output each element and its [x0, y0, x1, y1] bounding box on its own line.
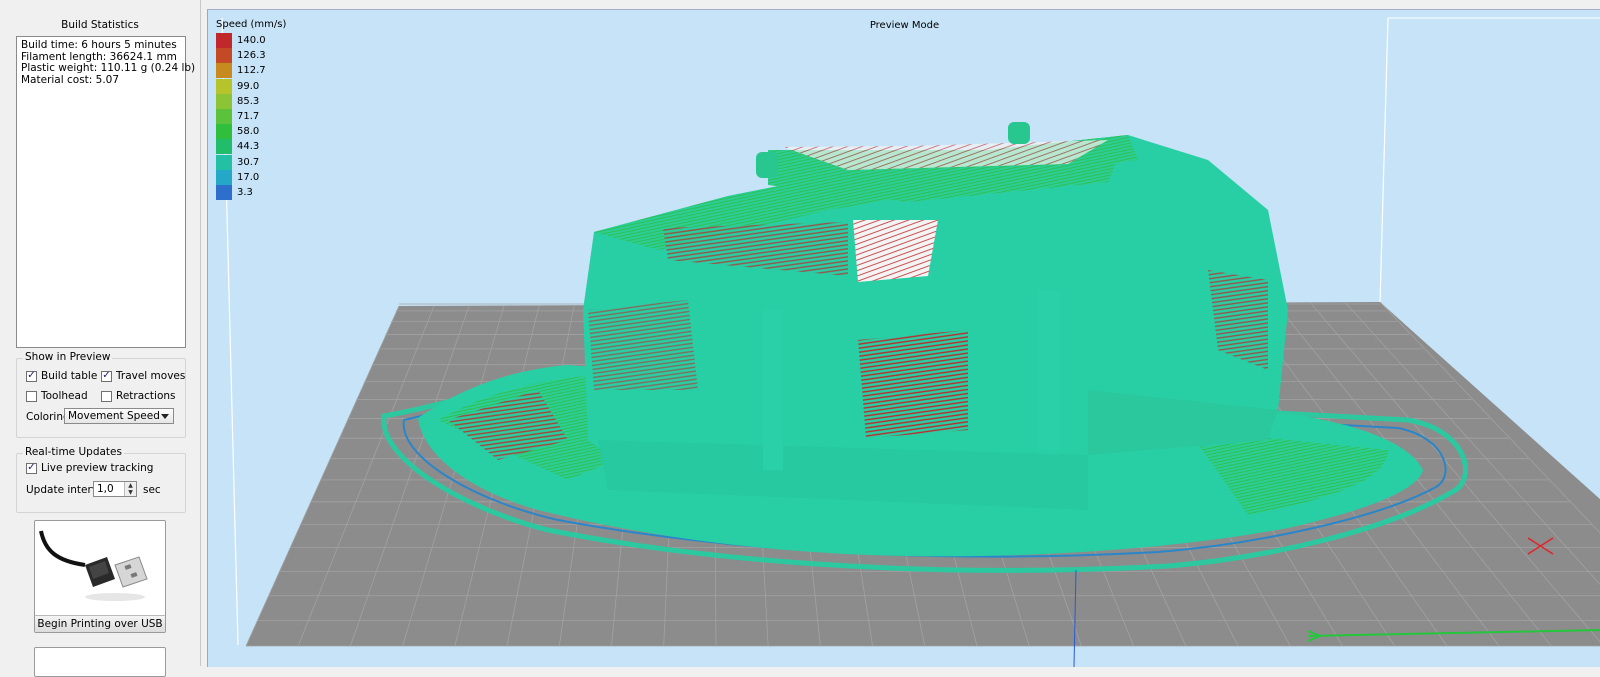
- preview-3d-scene[interactable]: [208, 10, 1600, 667]
- speed-legend-swatch: [216, 184, 232, 200]
- begin-printing-usb-button[interactable]: Begin Printing over USB: [34, 520, 166, 633]
- speed-legend-swatch: [216, 48, 232, 64]
- model-turret-right: [1008, 122, 1030, 144]
- speed-legend-title: Speed (mm/s): [216, 19, 287, 30]
- speed-legend-swatch: [216, 154, 232, 170]
- speed-legend-item: 99.0: [216, 78, 286, 94]
- update-interval-value: 1,0: [97, 483, 114, 495]
- retractions-checkbox[interactable]: Retractions: [101, 390, 176, 402]
- chevron-down-icon: [161, 414, 169, 419]
- speed-legend-item: 112.7: [216, 63, 286, 79]
- retractions-check-box: [101, 390, 112, 402]
- interval-spinner[interactable]: ▲ ▼: [124, 482, 136, 496]
- coloring-value: Movement Speed: [68, 410, 160, 422]
- speed-legend-value: 112.7: [237, 65, 266, 77]
- live-preview-checkbox[interactable]: ✓ Live preview tracking: [26, 462, 153, 474]
- speed-legend-item: 30.7: [216, 154, 286, 170]
- model-pillar-left: [763, 310, 783, 470]
- preview-viewport[interactable]: Preview Mode Speed (mm/s) 140.0 126.3 112.…: [207, 9, 1600, 667]
- travel-moves-check-icon: ✓: [101, 370, 112, 382]
- live-preview-check-icon: ✓: [26, 462, 37, 474]
- speed-legend-item: 3.3: [216, 184, 286, 200]
- build-table-checkbox[interactable]: ✓ Build table: [26, 370, 97, 382]
- model-turret-left: [756, 152, 778, 178]
- speed-legend-value: 85.3: [237, 95, 260, 107]
- realtime-updates-title: Real-time Updates: [23, 446, 124, 458]
- speed-legend-swatch: [216, 169, 232, 185]
- model-window-travel: [853, 220, 938, 282]
- speed-legend-swatch: [216, 63, 232, 79]
- speed-legend-value: 71.7: [237, 111, 260, 123]
- build-statistics-box[interactable]: Build time: 6 hours 5 minutes Filament l…: [16, 36, 196, 348]
- stat-material-cost: Material cost: 5.07: [21, 73, 120, 86]
- speed-legend-rows: 140.0 126.3 112.7 99.0 85.3 71.7 58.0 44.3 30.7 1…: [216, 33, 286, 200]
- speed-legend-value: 58.0: [237, 126, 260, 138]
- begin-printing-usb-label: Begin Printing over USB: [35, 615, 165, 632]
- retractions-label: Retractions: [116, 390, 176, 402]
- speed-legend-swatch: [216, 109, 232, 125]
- speed-legend-value: 44.3: [237, 141, 260, 153]
- speed-legend-swatch: [216, 78, 232, 94]
- speed-legend-value: 140.0: [237, 35, 266, 47]
- update-interval-input[interactable]: 1,0 ▲ ▼: [93, 481, 137, 497]
- spin-down-icon[interactable]: ▼: [125, 489, 136, 496]
- stat-build-time: Build time: 6 hours 5 minutes: [21, 39, 177, 51]
- model-front-door-fast: [858, 330, 968, 438]
- build-table-label: Build table: [41, 370, 98, 382]
- left-panel: Build Statistics Build time: 6 hours 5 m…: [0, 0, 201, 677]
- viewport-title: Preview Mode: [869, 20, 940, 31]
- build-statistics-title: Build Statistics: [61, 19, 139, 31]
- show-in-preview-title: Show in Preview: [23, 351, 113, 363]
- secondary-button[interactable]: [34, 647, 166, 677]
- travel-moves-checkbox[interactable]: ✓ Travel moves: [101, 370, 185, 382]
- speed-legend-item: 126.3: [216, 48, 286, 64]
- speed-legend-value: 3.3: [237, 186, 253, 198]
- speed-legend-item: 140.0: [216, 33, 286, 49]
- build-table-check-icon: ✓: [26, 370, 37, 382]
- speed-legend-item: 71.7: [216, 109, 286, 125]
- speed-legend-item: 85.3: [216, 93, 286, 109]
- usb-cable-icon: [39, 530, 148, 601]
- speed-legend-value: 17.0: [237, 171, 260, 183]
- speed-legend-swatch: [216, 124, 232, 140]
- travel-moves-label: Travel moves: [116, 370, 186, 382]
- speed-legend-value: 30.7: [237, 156, 260, 168]
- speed-legend-swatch: [216, 33, 232, 49]
- model-pillar-right: [1038, 290, 1060, 450]
- speed-legend-value: 99.0: [237, 80, 260, 92]
- speed-legend: Speed (mm/s) 140.0 126.3 112.7 99.0 85.3 71.7…: [216, 19, 286, 200]
- toolhead-label: Toolhead: [41, 390, 88, 402]
- update-interval-unit: sec: [143, 484, 161, 496]
- toolhead-checkbox[interactable]: Toolhead: [26, 390, 88, 402]
- speed-legend-item: 17.0: [216, 169, 286, 185]
- spin-up-icon[interactable]: ▲: [125, 482, 136, 489]
- speed-legend-swatch: [216, 139, 232, 155]
- speed-legend-value: 126.3: [237, 50, 266, 62]
- coloring-select[interactable]: Movement Speed: [64, 408, 174, 424]
- stat-plastic-weight: Plastic weight: 110.11 g (0.24 lb): [21, 62, 196, 74]
- speed-legend-item: 58.0: [216, 124, 286, 140]
- speed-legend-item: 44.3: [216, 139, 286, 155]
- model-left-wall-fast: [588, 300, 698, 390]
- toolhead-check-box: [26, 390, 37, 402]
- live-preview-label: Live preview tracking: [41, 462, 154, 474]
- speed-legend-swatch: [216, 93, 232, 109]
